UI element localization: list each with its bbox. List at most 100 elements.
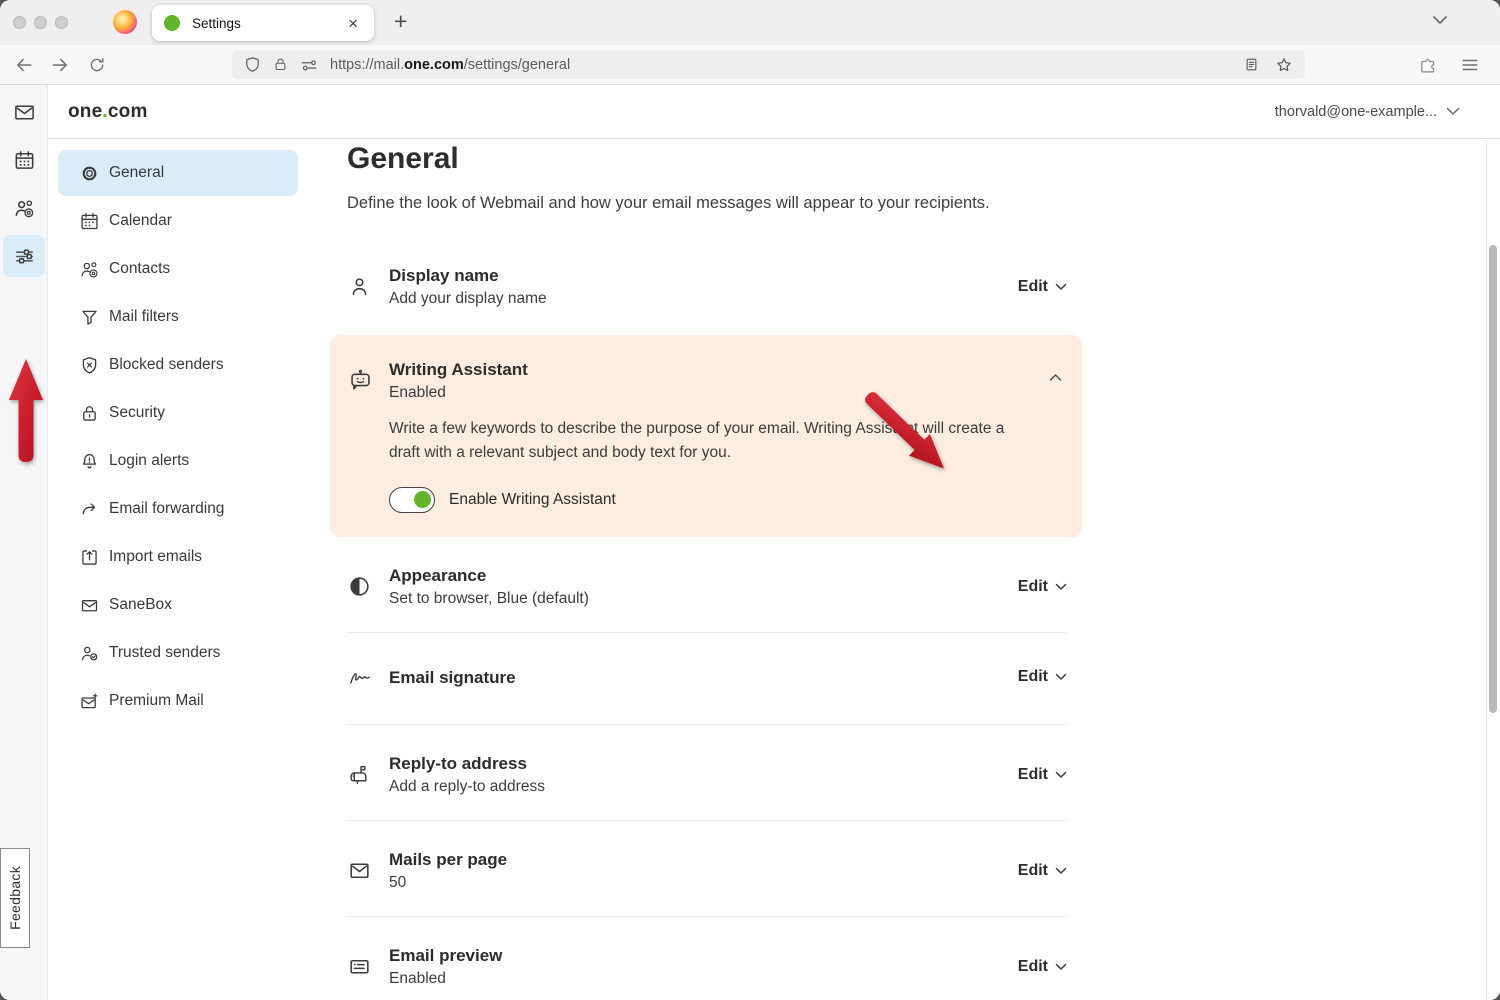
chevron-down-icon — [1055, 583, 1067, 591]
reload-button[interactable] — [82, 50, 112, 80]
forward-arrow-icon — [78, 498, 100, 520]
padlock-icon — [78, 402, 100, 424]
writing-assistant-toggle[interactable] — [389, 487, 435, 513]
tab-close-icon[interactable]: × — [344, 13, 362, 34]
url-bar[interactable]: https://mail.one.com/settings/general — [232, 50, 1305, 79]
setting-row-email-preview: Email preview Enabled Edit — [347, 917, 1067, 1000]
annotation-arrow-up — [0, 353, 52, 471]
chevron-down-icon — [1055, 283, 1067, 291]
page-title: General — [347, 140, 1067, 178]
nav-item-premium-mail[interactable]: Premium Mail — [58, 678, 298, 724]
person-icon — [347, 274, 389, 299]
scrollbar-thumb[interactable] — [1489, 245, 1497, 713]
bookmark-star-icon[interactable] — [1275, 56, 1293, 74]
nav-item-label: Security — [109, 404, 165, 422]
nav-item-label: Login alerts — [109, 452, 189, 470]
setting-row-appearance: Appearance Set to browser, Blue (default… — [347, 537, 1067, 633]
annotation-arrow-diagonal — [860, 389, 980, 504]
nav-item-calendar[interactable]: Calendar — [58, 198, 298, 244]
feedback-tab[interactable]: Feedback — [0, 848, 30, 948]
nav-item-label: Import emails — [109, 548, 202, 566]
nav-item-mail-filters[interactable]: Mail filters — [58, 294, 298, 340]
shield-x-icon — [78, 354, 100, 376]
menu-hamburger-icon[interactable] — [1456, 52, 1484, 78]
edit-reply-to-button[interactable]: Edit — [1018, 766, 1067, 784]
url-scheme: https://mail. — [330, 57, 404, 73]
lock-icon[interactable] — [273, 56, 288, 73]
logo-name: one — [68, 101, 102, 122]
setting-title: Display name — [389, 264, 1018, 287]
nav-item-sanebox[interactable]: SaneBox — [58, 582, 298, 628]
nav-item-label: Email forwarding — [109, 500, 224, 518]
edit-label: Edit — [1018, 766, 1048, 784]
nav-item-label: Premium Mail — [109, 692, 204, 710]
rail-mail-icon[interactable] — [3, 91, 45, 133]
edit-label: Edit — [1018, 958, 1048, 976]
nav-item-label: General — [109, 164, 164, 182]
nav-item-trusted-senders[interactable]: Trusted senders — [58, 630, 298, 676]
window-minimize-button[interactable] — [34, 16, 47, 29]
nav-item-blocked-senders[interactable]: Blocked senders — [58, 342, 298, 388]
rail-calendar-icon[interactable] — [3, 139, 45, 181]
rail-contacts-icon[interactable] — [3, 187, 45, 229]
one-com-logo[interactable]: one.com — [68, 101, 148, 123]
scrollbar-track[interactable] — [1486, 140, 1500, 1000]
import-box-icon — [78, 546, 100, 568]
setting-row-display-name: Display name Add your display name Edit — [347, 264, 1067, 309]
nav-item-login-alerts[interactable]: Login alerts — [58, 438, 298, 484]
person-check-icon — [78, 642, 100, 664]
edit-label: Edit — [1018, 278, 1048, 296]
reader-mode-icon[interactable] — [1244, 56, 1259, 73]
url-path: /settings/general — [464, 57, 570, 73]
funnel-icon — [78, 306, 100, 328]
settings-content: General Define the look of Webmail and h… — [308, 139, 1486, 1000]
window-close-button[interactable] — [13, 16, 26, 29]
envelope-icon — [347, 858, 389, 883]
edit-display-name-button[interactable]: Edit — [1018, 278, 1067, 296]
permissions-icon[interactable] — [300, 58, 318, 72]
tracking-shield-icon[interactable] — [244, 56, 261, 73]
setting-subtitle: 50 — [389, 872, 1018, 893]
nav-item-label: SaneBox — [109, 596, 172, 614]
setting-row-mails-per-page: Mails per page 50 Edit — [347, 821, 1067, 917]
contrast-circle-icon — [347, 574, 389, 599]
tab-title: Settings — [192, 16, 344, 31]
edit-label: Edit — [1018, 668, 1048, 686]
writing-assistant-toggle-label: Enable Writing Assistant — [449, 491, 616, 509]
setting-title: Mails per page — [389, 848, 1018, 871]
url-text[interactable]: https://mail.one.com/settings/general — [330, 57, 1244, 73]
app-header: one.com thorvald@one-example... — [48, 85, 1500, 139]
back-button[interactable] — [9, 50, 39, 80]
setting-title: Reply-to address — [389, 752, 1018, 775]
page-description: Define the look of Webmail and how your … — [347, 192, 1067, 215]
tab-list-chevron-icon[interactable] — [1432, 15, 1448, 25]
writing-assistant-title: Writing Assistant — [389, 358, 1058, 381]
nav-item-label: Contacts — [109, 260, 170, 278]
calendar-icon — [78, 210, 100, 232]
rail-settings-icon[interactable] — [3, 235, 45, 277]
preview-card-icon — [347, 954, 389, 979]
nav-item-email-forwarding[interactable]: Email forwarding — [58, 486, 298, 532]
edit-email-signature-button[interactable]: Edit — [1018, 668, 1067, 686]
account-menu[interactable]: thorvald@one-example... — [1275, 104, 1460, 120]
window-zoom-button[interactable] — [55, 16, 68, 29]
nav-item-general[interactable]: General — [58, 150, 298, 196]
nav-item-contacts[interactable]: Contacts — [58, 246, 298, 292]
envelope-plus-icon — [78, 690, 100, 712]
nav-item-label: Blocked senders — [109, 356, 224, 374]
edit-appearance-button[interactable]: Edit — [1018, 578, 1067, 596]
nav-item-import-emails[interactable]: Import emails — [58, 534, 298, 580]
nav-item-security[interactable]: Security — [58, 390, 298, 436]
collapse-chevron-up-icon[interactable] — [1049, 373, 1062, 382]
setting-row-reply-to: Reply-to address Add a reply-to address … — [347, 725, 1067, 821]
edit-email-preview-button[interactable]: Edit — [1018, 958, 1067, 976]
tab-settings[interactable]: Settings × — [152, 5, 374, 41]
app-rail: Feedback — [0, 85, 48, 1000]
nav-item-label: Mail filters — [109, 308, 179, 326]
edit-mails-per-page-button[interactable]: Edit — [1018, 862, 1067, 880]
forward-button[interactable] — [45, 50, 75, 80]
setting-row-email-signature: Email signature Edit — [347, 633, 1067, 725]
logo-tld: com — [108, 101, 148, 122]
extensions-puzzle-icon[interactable] — [1414, 52, 1442, 78]
new-tab-button[interactable]: + — [386, 6, 415, 37]
